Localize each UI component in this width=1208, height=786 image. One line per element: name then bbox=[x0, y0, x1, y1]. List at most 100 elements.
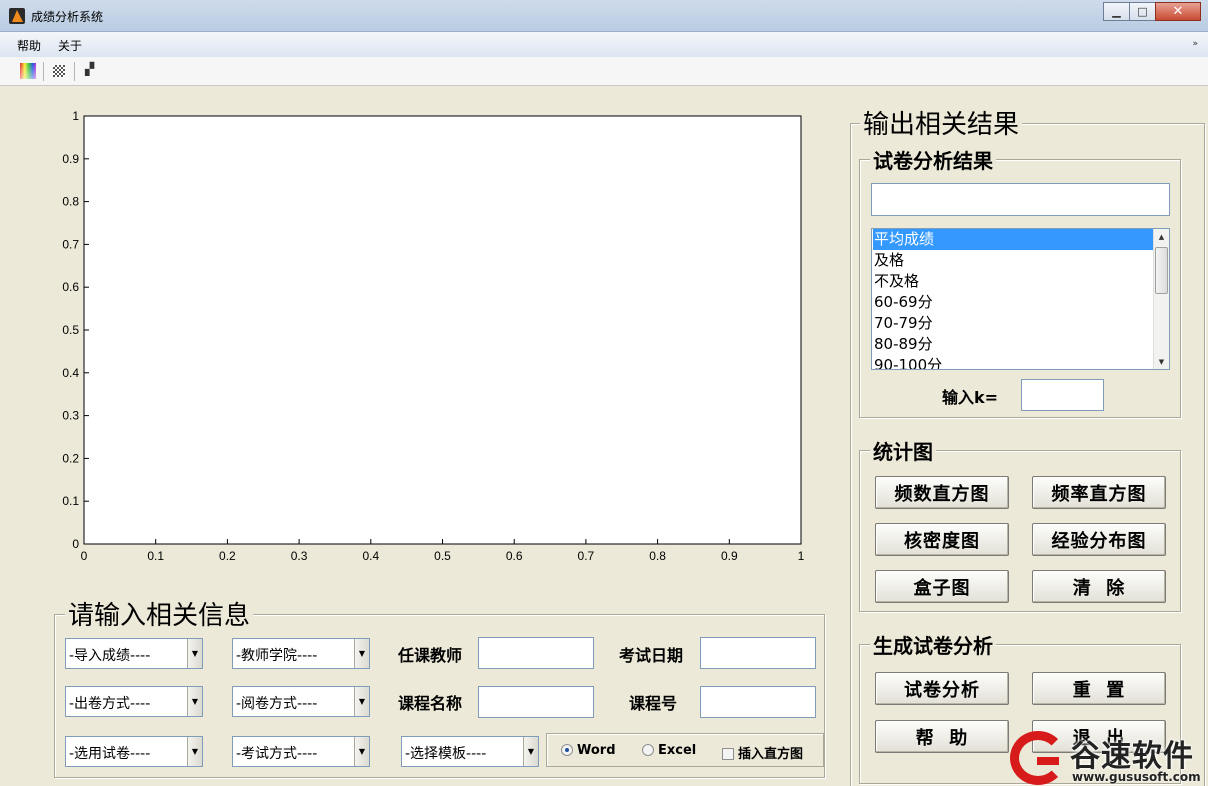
select-paper-select[interactable]: -选用试卷---- ▼ bbox=[65, 736, 203, 767]
word-radio-label: Word bbox=[577, 743, 616, 758]
menu-about[interactable]: 关于 bbox=[58, 37, 82, 54]
dropdown-arrow-icon[interactable]: ▼ bbox=[354, 737, 369, 766]
x-tick-label: 0.1 bbox=[147, 549, 164, 563]
generate-analysis-title: 生成试卷分析 bbox=[870, 630, 996, 659]
list-item[interactable]: 70-79分 bbox=[873, 313, 1153, 334]
y-tick-label: 0.1 bbox=[62, 494, 79, 508]
teacher-college-select[interactable]: -教师学院---- ▼ bbox=[232, 638, 370, 669]
analysis-items-list[interactable]: 平均成绩 及格 不及格 60-69分 70-79分 80-89分 90-100分 ▲ ▼ bbox=[871, 228, 1170, 370]
marking-type-value: -阅卷方式---- bbox=[236, 696, 318, 712]
analysis-result-field[interactable] bbox=[871, 183, 1170, 216]
teacher-input[interactable] bbox=[478, 637, 594, 669]
title-bar[interactable]: 成绩分析系统 ▁ □ ✕ bbox=[0, 0, 1208, 32]
output-panel-title: 输出相关结果 bbox=[860, 104, 1023, 141]
frequency-histogram-button[interactable]: 频数直方图 bbox=[875, 476, 1009, 509]
figure-area: 0 0.1 0.2 0.3 0.4 0.5 0.6 0.7 0.8 0.9 1 0 0.1 0.2 0.3… bbox=[9, 86, 1205, 786]
exam-paper-type-select[interactable]: -出卷方式---- ▼ bbox=[65, 686, 203, 717]
maximize-button[interactable]: □ bbox=[1129, 2, 1156, 21]
list-scrollbar[interactable]: ▲ ▼ bbox=[1153, 229, 1169, 369]
site-watermark: 谷速软件 www.gususoft.com bbox=[1008, 727, 1208, 786]
list-item[interactable]: 60-69分 bbox=[873, 292, 1153, 313]
radio-selected-icon bbox=[561, 744, 573, 756]
dropdown-arrow-icon[interactable]: ▼ bbox=[523, 737, 538, 766]
input-panel-title: 请输入相关信息 bbox=[65, 595, 254, 632]
plot-background bbox=[83, 115, 802, 545]
teacher-label: 任课教师 bbox=[398, 646, 463, 665]
dropdown-arrow-icon[interactable]: ▼ bbox=[187, 687, 202, 716]
exam-type-select[interactable]: -考试方式---- ▼ bbox=[232, 736, 370, 767]
kernel-density-button[interactable]: 核密度图 bbox=[875, 523, 1009, 556]
clear-button[interactable]: 清 除 bbox=[1032, 570, 1166, 603]
menu-bar: 帮助 关于 » bbox=[0, 32, 1208, 57]
excel-radio[interactable]: Excel bbox=[642, 743, 696, 758]
x-tick-label: 0.2 bbox=[219, 549, 236, 563]
marking-type-select[interactable]: -阅卷方式---- ▼ bbox=[232, 686, 370, 717]
radio-unselected-icon bbox=[642, 744, 654, 756]
course-no-label: 课程号 bbox=[629, 694, 678, 713]
grid-icon[interactable] bbox=[53, 65, 65, 77]
dropdown-arrow-icon[interactable]: ▼ bbox=[354, 639, 369, 668]
scroll-up-icon[interactable]: ▲ bbox=[1154, 229, 1169, 244]
checkbox-unchecked-icon bbox=[722, 748, 734, 760]
analysis-result-title: 试卷分析结果 bbox=[870, 145, 996, 174]
empirical-distribution-button[interactable]: 经验分布图 bbox=[1032, 523, 1166, 556]
dropdown-arrow-icon[interactable]: ▼ bbox=[187, 639, 202, 668]
exam-date-input[interactable] bbox=[700, 637, 816, 669]
x-tick-label: 1 bbox=[798, 549, 805, 563]
output-format-group: Word Excel 插入直方图 bbox=[546, 733, 824, 767]
help-button[interactable]: 帮 助 bbox=[875, 720, 1009, 753]
histogram-icon[interactable]: ▞ bbox=[85, 62, 94, 76]
menu-help[interactable]: 帮助 bbox=[17, 37, 41, 54]
exam-type-value: -考试方式---- bbox=[236, 746, 318, 762]
y-tick-label: 0.9 bbox=[62, 152, 79, 166]
x-tick-label: 0.5 bbox=[434, 549, 451, 563]
course-no-input[interactable] bbox=[700, 686, 816, 718]
word-radio[interactable]: Word bbox=[561, 743, 616, 758]
rate-histogram-button[interactable]: 频率直方图 bbox=[1032, 476, 1166, 509]
x-tick-label: 0.6 bbox=[506, 549, 523, 563]
reset-button[interactable]: 重 置 bbox=[1032, 672, 1166, 705]
y-tick-label: 0.2 bbox=[62, 451, 79, 465]
minimize-button[interactable]: ▁ bbox=[1103, 2, 1130, 21]
import-scores-select[interactable]: -导入成绩---- ▼ bbox=[65, 638, 203, 669]
x-tick-label: 0 bbox=[81, 549, 88, 563]
list-item[interactable]: 80-89分 bbox=[873, 334, 1153, 355]
colormap-icon[interactable] bbox=[20, 63, 36, 79]
boxplot-button[interactable]: 盒子图 bbox=[875, 570, 1009, 603]
x-tick-label: 0.4 bbox=[362, 549, 379, 563]
course-name-input[interactable] bbox=[478, 686, 594, 718]
window-controls: ▁ □ ✕ bbox=[1103, 2, 1201, 21]
teacher-college-value: -教师学院---- bbox=[236, 648, 318, 664]
k-label: 输入k= bbox=[942, 388, 999, 407]
list-item[interactable]: 及格 bbox=[873, 250, 1153, 271]
dropdown-arrow-icon[interactable]: ▼ bbox=[354, 687, 369, 716]
statistics-chart-title: 统计图 bbox=[870, 436, 936, 465]
insert-histogram-checkbox[interactable]: 插入直方图 bbox=[722, 743, 803, 762]
course-name-label: 课程名称 bbox=[398, 694, 463, 713]
list-item[interactable]: 不及格 bbox=[873, 271, 1153, 292]
excel-radio-label: Excel bbox=[658, 743, 697, 758]
plot-axes[interactable]: 0 0.1 0.2 0.3 0.4 0.5 0.6 0.7 0.8 0.9 1 0 0.1 0.2 0.3… bbox=[9, 86, 829, 566]
k-input[interactable] bbox=[1021, 379, 1104, 411]
scroll-down-icon[interactable]: ▼ bbox=[1154, 354, 1169, 369]
list-item[interactable]: 平均成绩 bbox=[873, 229, 1153, 250]
output-results-panel: 输出相关结果 试卷分析结果 平均成绩 及格 不及格 60-69分 70-79分 80-89… bbox=[850, 104, 1205, 786]
close-button[interactable]: ✕ bbox=[1155, 2, 1201, 21]
exam-date-label: 考试日期 bbox=[619, 646, 684, 665]
paper-analysis-button[interactable]: 试卷分析 bbox=[875, 672, 1009, 705]
watermark-logo-icon bbox=[1010, 731, 1066, 785]
y-tick-label: 0 bbox=[72, 537, 79, 551]
exam-paper-type-value: -出卷方式---- bbox=[69, 696, 151, 712]
analysis-result-panel: 试卷分析结果 平均成绩 及格 不及格 60-69分 70-79分 80-89分 90-100… bbox=[859, 145, 1181, 418]
template-select[interactable]: -选择模板---- ▼ bbox=[401, 736, 539, 767]
y-tick-label: 0.4 bbox=[62, 366, 79, 380]
y-tick-label: 0.6 bbox=[62, 280, 79, 294]
matlab-icon bbox=[9, 8, 25, 24]
dropdown-arrow-icon[interactable]: ▼ bbox=[187, 737, 202, 766]
watermark-url: www.gususoft.com bbox=[1072, 770, 1201, 784]
select-paper-value: -选用试卷---- bbox=[69, 746, 151, 762]
scroll-thumb[interactable] bbox=[1155, 247, 1168, 294]
list-item[interactable]: 90-100分 bbox=[873, 355, 1153, 369]
insert-histogram-label: 插入直方图 bbox=[738, 747, 804, 762]
menu-overflow-icon[interactable]: » bbox=[1192, 39, 1198, 49]
